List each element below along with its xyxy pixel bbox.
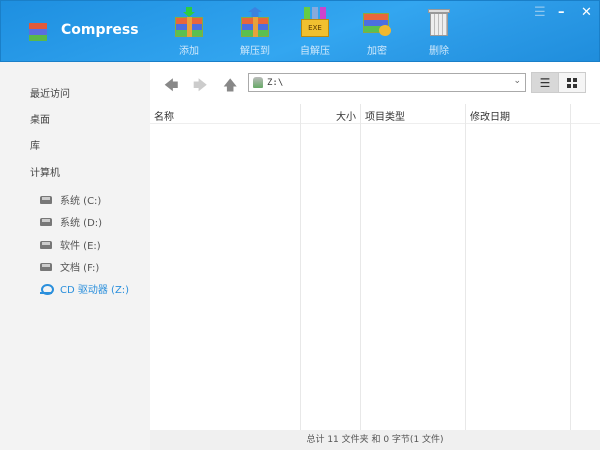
drive-label: CD 驱动器 (Z:) [60,285,130,296]
add-button[interactable]: 添加 [164,7,214,57]
title-bar: Compress 添加 解压到 EXE 自解压 加密 删除 ☰ – ✕ [0,0,600,62]
drive-c[interactable]: 系统 (C:) [40,192,101,207]
trash-icon [425,7,453,37]
archive-lock-icon [363,7,391,37]
chevron-down-icon[interactable]: ⌄ [513,76,521,86]
delete-button[interactable]: 删除 [414,7,464,57]
drive-label: 文档 (F:) [60,263,100,274]
arrow-right-icon: 🡆 [193,78,208,94]
drive-label: 系统 (C:) [60,196,102,207]
column-type[interactable]: 项目类型 [361,104,466,450]
grid-view-button[interactable] [558,72,586,93]
drive-z[interactable]: CD 驱动器 (Z:) [40,281,129,296]
back-button[interactable]: 🡄 [164,75,178,99]
self-extract-label: 自解压 [300,46,330,57]
app-title: Compress [61,22,139,38]
drive-f[interactable]: 文档 (F:) [40,259,99,274]
column-name[interactable]: 名称 [150,104,301,450]
hard-drive-icon [40,195,52,204]
list-view-icon: ☰ [539,75,551,90]
app-logo-icon [29,23,47,41]
drive-e[interactable]: 软件 (E:) [40,237,101,252]
hard-drive-icon [40,262,52,271]
exe-sfx-icon: EXE [301,7,329,37]
arrow-left-icon: 🡄 [164,78,179,94]
column-modified[interactable]: 修改日期 [466,104,571,450]
column-size[interactable]: 大小 [301,104,361,450]
list-view-button[interactable]: ☰ [531,72,559,93]
extract-to-button[interactable]: 解压到 [230,7,280,57]
self-extract-button[interactable]: EXE 自解压 [290,7,340,57]
archive-add-icon [175,7,203,37]
grid-view-icon [567,77,577,88]
address-value: Z:\ [267,77,284,88]
sidebar-item-desktop[interactable]: 桌面 [30,111,50,126]
arrow-up-icon: 🡅 [223,78,238,94]
archive-extract-icon [241,7,269,37]
cd-drive-icon [253,77,263,88]
minimize-button[interactable]: – [558,5,565,20]
add-label: 添加 [179,46,199,57]
sidebar: 最近访问 桌面 库 计算机 系统 (C:) 系统 (D:) 软件 (E:) 文档… [0,62,150,450]
cd-drive-icon [40,283,54,295]
hard-drive-icon [40,240,52,249]
close-button[interactable]: ✕ [581,5,592,20]
status-bar: 总计 11 文件夹 和 0 字节(1 文件) [150,430,600,450]
drive-d[interactable]: 系统 (D:) [40,214,102,229]
main-panel: 🡄 🡆 🡅 Z:\ ⌄ ☰ 名称 大小 项目类型 修改日期 总计 11 文件夹 … [150,62,600,450]
encrypt-button[interactable]: 加密 [352,7,402,57]
extract-to-label: 解压到 [240,46,270,57]
drive-label: 系统 (D:) [60,218,103,229]
exe-badge: EXE [301,19,329,37]
delete-label: 删除 [429,46,449,57]
address-bar[interactable]: Z:\ ⌄ [248,73,526,92]
forward-button[interactable]: 🡆 [193,75,207,99]
sidebar-item-computer[interactable]: 计算机 [30,164,60,179]
drive-label: 软件 (E:) [60,241,101,252]
sidebar-item-library[interactable]: 库 [30,137,40,152]
sidebar-item-recent[interactable]: 最近访问 [30,85,70,100]
encrypt-label: 加密 [367,46,387,57]
up-button[interactable]: 🡅 [223,75,237,99]
hard-drive-icon [40,217,52,226]
menu-icon[interactable]: ☰ [534,5,546,20]
